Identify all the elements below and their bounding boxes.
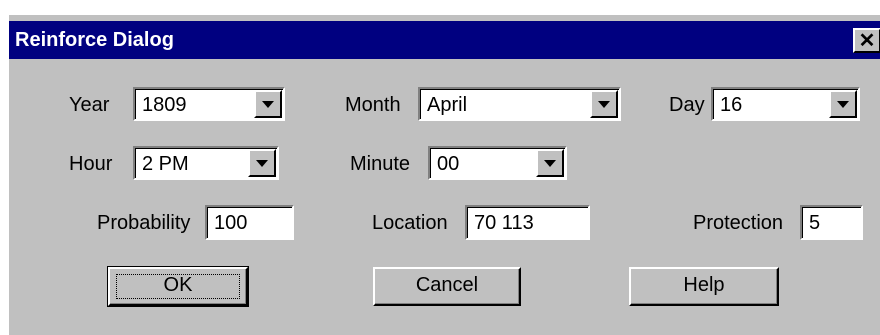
probability-label: Probability [97, 212, 191, 234]
month-label: Month [345, 94, 401, 116]
dialog-title: Reinforce Dialog [15, 29, 174, 51]
minute-select[interactable]: 00 [428, 146, 567, 180]
minute-value: 00 [437, 153, 460, 175]
year-label: Year [69, 94, 110, 116]
protection-label: Protection [693, 212, 784, 234]
location-label: Location [372, 212, 448, 234]
location-input[interactable]: 70 113 [465, 205, 590, 240]
dropdown-arrow-icon [544, 160, 556, 167]
help-button-label: Help [683, 274, 725, 296]
day-select[interactable]: 16 [711, 87, 860, 121]
month-value: April [427, 94, 468, 116]
year-value: 1809 [142, 94, 187, 116]
dropdown-arrow-icon [598, 101, 610, 108]
close-icon: ✕ [858, 29, 876, 52]
hour-label: Hour [69, 153, 113, 175]
location-value: 70 113 [474, 212, 534, 234]
ok-button[interactable]: OK [107, 266, 249, 307]
day-label: Day [669, 94, 705, 116]
minute-dropdown-button[interactable] [536, 149, 564, 177]
month-select[interactable]: April [418, 87, 621, 121]
cancel-button[interactable]: Cancel [373, 267, 521, 306]
protection-value: 5 [809, 212, 821, 234]
probability-input[interactable]: 100 [205, 205, 294, 240]
hour-value: 2 PM [142, 153, 189, 175]
ok-button-label: OK [163, 274, 193, 296]
year-select[interactable]: 1809 [133, 87, 285, 121]
dropdown-arrow-icon [256, 160, 268, 167]
hour-select[interactable]: 2 PM [133, 146, 279, 180]
title-bar[interactable]: Reinforce Dialog ✕ [9, 21, 880, 59]
dropdown-arrow-icon [837, 101, 849, 108]
close-button[interactable]: ✕ [853, 28, 880, 53]
dropdown-arrow-icon [262, 101, 274, 108]
day-dropdown-button[interactable] [829, 90, 857, 118]
minute-label: Minute [350, 153, 411, 175]
cancel-button-label: Cancel [415, 274, 479, 296]
help-button[interactable]: Help [629, 267, 779, 306]
reinforce-dialog: Reinforce Dialog ✕ Year 1809 Month April… [7, 13, 880, 335]
month-dropdown-button[interactable] [590, 90, 618, 118]
protection-input[interactable]: 5 [800, 205, 863, 240]
day-value: 16 [720, 94, 743, 116]
probability-value: 100 [214, 212, 248, 234]
hour-dropdown-button[interactable] [248, 149, 276, 177]
year-dropdown-button[interactable] [254, 90, 282, 118]
